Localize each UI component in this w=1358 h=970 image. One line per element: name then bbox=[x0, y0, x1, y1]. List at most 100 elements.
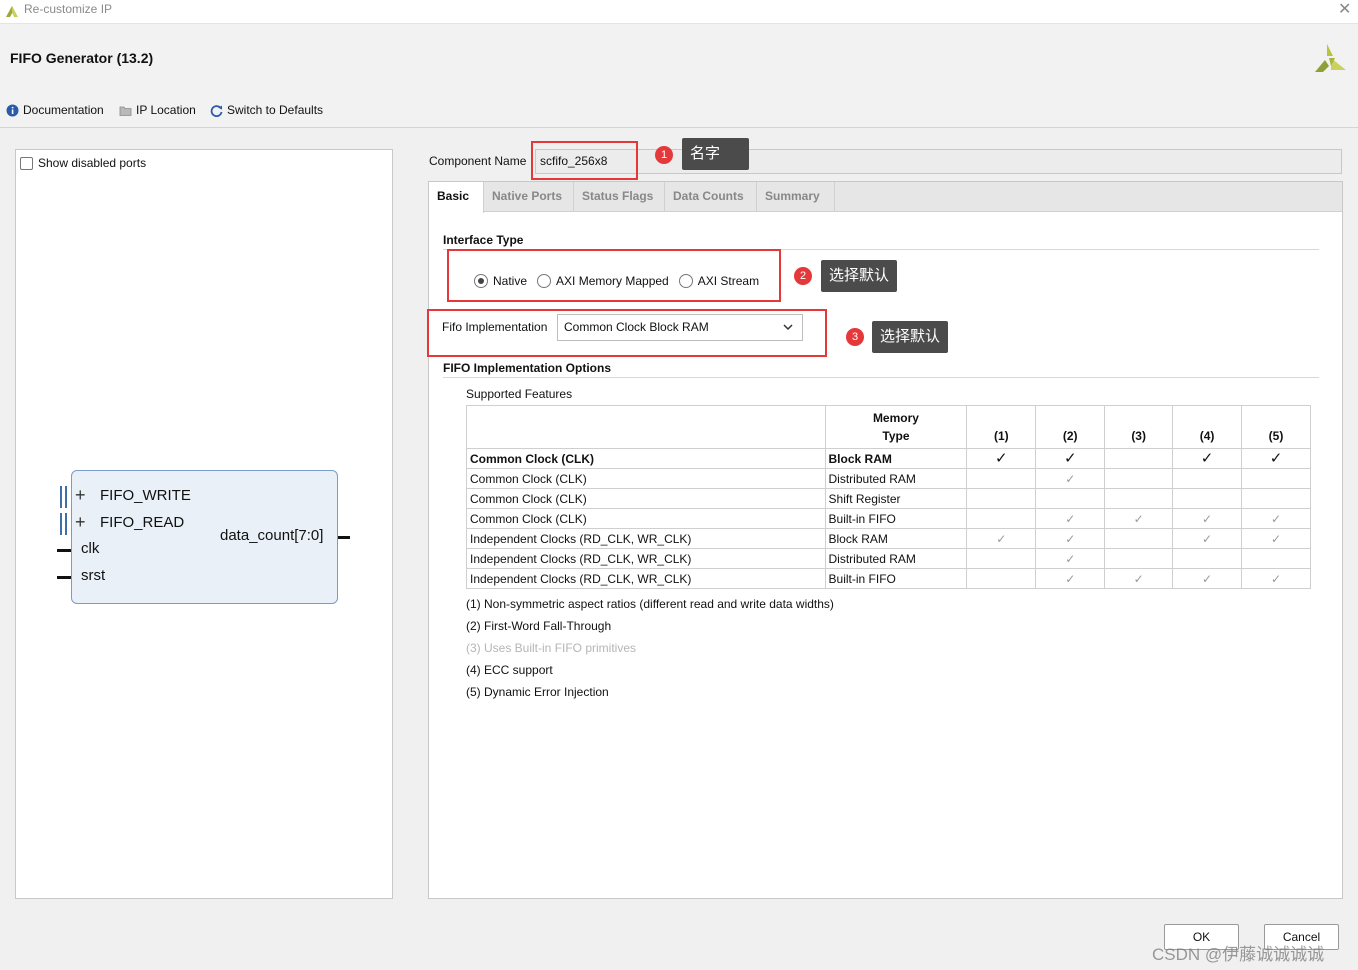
port-wire bbox=[57, 549, 71, 552]
table-cell-feature bbox=[1104, 488, 1174, 509]
feature-note: (4) ECC support bbox=[466, 663, 553, 677]
table-cell-feature bbox=[1172, 468, 1243, 489]
tab-basic[interactable]: Basic bbox=[429, 182, 484, 213]
table-cell-feature: ✓ bbox=[1241, 448, 1311, 469]
table-cell-feature: ✓ bbox=[1241, 508, 1311, 529]
table-cell-feature: ✓ bbox=[1172, 508, 1243, 529]
show-disabled-ports-checkbox[interactable]: Show disabled ports bbox=[20, 156, 146, 170]
port-fifo-write: FIFO_WRITE bbox=[100, 487, 191, 504]
header-clock bbox=[466, 405, 826, 449]
checkmark-icon: ✓ bbox=[1065, 571, 1076, 586]
ip-title: FIFO Generator (13.2) bbox=[10, 50, 154, 66]
tab-data-counts[interactable]: Data Counts bbox=[665, 182, 757, 212]
table-cell-clock: Common Clock (CLK) bbox=[466, 508, 826, 529]
table-cell-feature: ✓ bbox=[1172, 448, 1243, 469]
divider bbox=[443, 377, 1319, 378]
folder-icon bbox=[119, 106, 132, 116]
watermark: CSDN @伊藤诚诚诚诚 bbox=[1152, 945, 1325, 964]
header-memory-line1: Memory bbox=[872, 411, 919, 425]
table-header-row: Memory Type (1) (2) (3) (4) (5) bbox=[466, 405, 1311, 449]
fifo-options-title: FIFO Implementation Options bbox=[443, 361, 611, 375]
port-srst: srst bbox=[81, 567, 106, 584]
table-cell-clock: Independent Clocks (RD_CLK, WR_CLK) bbox=[466, 548, 826, 569]
documentation-label: Documentation bbox=[23, 103, 104, 117]
table-row: Common Clock (CLK) Built-in FIFO ✓ ✓ ✓ ✓ bbox=[466, 508, 1311, 529]
table-cell-clock: Common Clock (CLK) bbox=[466, 448, 826, 469]
bus-marker bbox=[60, 513, 62, 535]
header-feature-2: (2) bbox=[1035, 405, 1106, 449]
table-cell-memory: Block RAM bbox=[824, 448, 968, 469]
table-cell-clock: Common Clock (CLK) bbox=[466, 468, 826, 489]
tab-native-ports[interactable]: Native Ports bbox=[484, 182, 574, 212]
checkmark-icon: ✓ bbox=[1133, 511, 1144, 526]
table-cell-feature bbox=[1035, 488, 1106, 509]
checkmark-icon: ✓ bbox=[1202, 531, 1213, 546]
bus-marker bbox=[65, 486, 67, 508]
ip-location-label: IP Location bbox=[136, 103, 196, 117]
annotation-badge-3: 3 bbox=[846, 328, 864, 346]
annotation-box-2 bbox=[447, 249, 781, 302]
table-cell-feature: ✓ bbox=[1035, 468, 1106, 489]
table-cell-clock: Independent Clocks (RD_CLK, WR_CLK) bbox=[466, 568, 826, 589]
port-wire bbox=[338, 536, 350, 539]
xilinx-logo-icon bbox=[6, 6, 18, 17]
port-clk: clk bbox=[81, 540, 100, 557]
table-row: Common Clock (CLK) Block RAM ✓ ✓ ✓ ✓ bbox=[466, 448, 1311, 469]
header-feature-4: (4) bbox=[1172, 405, 1243, 449]
table-cell-feature bbox=[1104, 528, 1174, 549]
table-cell-feature bbox=[1241, 468, 1311, 489]
expand-plus-icon[interactable]: + bbox=[75, 485, 86, 506]
checkmark-icon: ✓ bbox=[1270, 531, 1282, 546]
table-cell-feature bbox=[1104, 548, 1174, 569]
table-cell-feature: ✓ bbox=[966, 448, 1037, 469]
checkmark-icon: ✓ bbox=[996, 531, 1007, 546]
table-cell-memory: Shift Register bbox=[824, 488, 968, 509]
close-icon[interactable]: ✕ bbox=[1338, 0, 1351, 19]
table-cell-feature bbox=[1172, 548, 1243, 569]
table-cell-memory: Distributed RAM bbox=[824, 468, 968, 489]
bus-marker bbox=[60, 486, 62, 508]
checkmark-icon: ✓ bbox=[1200, 449, 1214, 467]
expand-plus-icon[interactable]: + bbox=[75, 512, 86, 533]
checkmark-icon: ✓ bbox=[1065, 551, 1076, 566]
table-cell-feature bbox=[966, 548, 1037, 569]
header-feature-1: (1) bbox=[966, 405, 1037, 449]
table-cell-feature bbox=[1241, 488, 1311, 509]
window-titlebar: Re-customize IP ✕ bbox=[0, 0, 1358, 24]
table-row: Independent Clocks (RD_CLK, WR_CLK) Built… bbox=[466, 568, 1311, 589]
ip-location-button[interactable]: IP Location bbox=[119, 101, 196, 119]
checkmark-icon: ✓ bbox=[1063, 449, 1077, 467]
annotation-badge-1: 1 bbox=[655, 146, 673, 164]
bus-marker bbox=[65, 513, 67, 535]
checkmark-icon: ✓ bbox=[1270, 571, 1282, 586]
checkmark-icon: ✓ bbox=[1133, 571, 1144, 586]
tab-summary[interactable]: Summary bbox=[757, 182, 835, 212]
table-row: Common Clock (CLK) Distributed RAM ✓ bbox=[466, 468, 1311, 489]
checkmark-icon: ✓ bbox=[1065, 531, 1076, 546]
tab-status-flags[interactable]: Status Flags bbox=[574, 182, 665, 212]
table-cell-feature bbox=[1241, 548, 1311, 569]
documentation-button[interactable]: Documentation bbox=[6, 101, 104, 119]
table-cell-feature: ✓ bbox=[1172, 568, 1243, 589]
table-cell-feature: ✓ bbox=[1035, 528, 1106, 549]
dialog-header bbox=[0, 24, 1358, 128]
window-title: Re-customize IP bbox=[24, 2, 113, 16]
feature-note: (1) Non-symmetric aspect ratios (differe… bbox=[466, 597, 834, 611]
checkbox-box[interactable] bbox=[20, 156, 33, 170]
table-cell-feature bbox=[1172, 488, 1243, 509]
table-cell-feature bbox=[966, 508, 1037, 529]
checkmark-icon: ✓ bbox=[1202, 511, 1213, 526]
header-memory-line2: Type bbox=[882, 429, 910, 443]
table-cell-feature: ✓ bbox=[1104, 568, 1174, 589]
table-row: Independent Clocks (RD_CLK, WR_CLK) Distr… bbox=[466, 548, 1311, 569]
table-cell-memory: Distributed RAM bbox=[824, 548, 968, 569]
switch-to-defaults-button[interactable]: Switch to Defaults bbox=[210, 101, 323, 119]
info-icon bbox=[6, 104, 19, 116]
port-fifo-read: FIFO_READ bbox=[100, 514, 185, 531]
port-data-count: data_count[7:0] bbox=[220, 527, 324, 544]
show-disabled-ports-label: Show disabled ports bbox=[38, 156, 147, 170]
header-feature-3: (3) bbox=[1104, 405, 1174, 449]
checkmark-icon: ✓ bbox=[1270, 511, 1282, 526]
table-cell-feature: ✓ bbox=[1035, 568, 1106, 589]
checkmark-icon: ✓ bbox=[1065, 471, 1076, 486]
